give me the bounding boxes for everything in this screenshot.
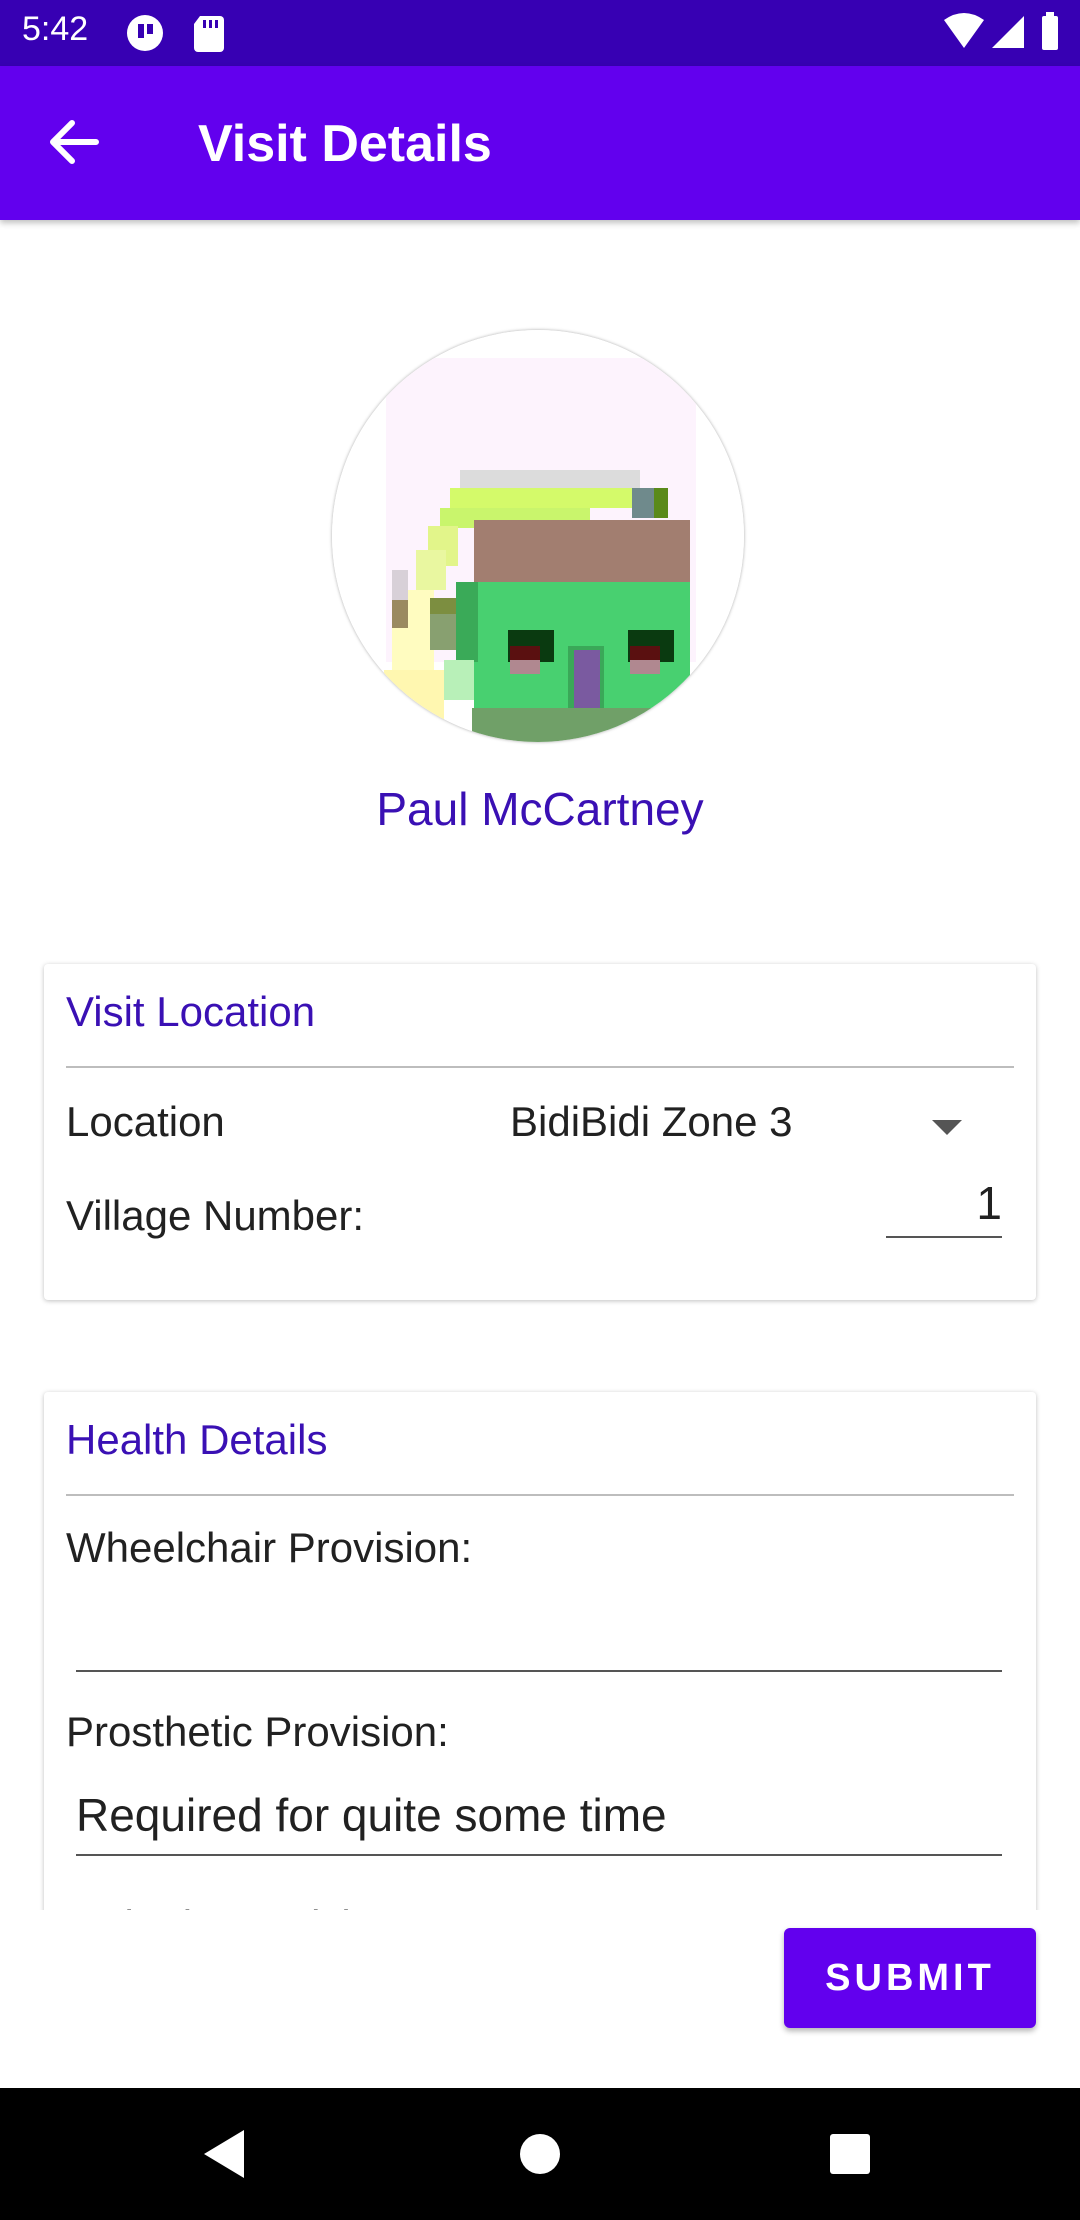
arrow-back-icon[interactable] xyxy=(36,112,116,172)
sd-card-icon xyxy=(194,16,224,52)
wheelchair-provision-input[interactable] xyxy=(76,1604,1002,1672)
location-dropdown[interactable]: BidiBidi Zone 3 xyxy=(510,1098,793,1146)
pocket-icon xyxy=(127,15,163,51)
visit-location-header: Visit Location xyxy=(66,988,316,1035)
health-details-header: Health Details xyxy=(66,1416,328,1463)
status-time: 5:42 xyxy=(22,10,89,48)
card-divider xyxy=(66,1066,1014,1068)
wifi-icon xyxy=(944,13,984,48)
battery-icon xyxy=(1042,12,1058,50)
orthotic-provision-label: Orthotic Provision: xyxy=(66,1902,409,1910)
wheelchair-provision-label: Wheelchair Provision: xyxy=(66,1524,473,1571)
status-bar: 5:42 xyxy=(0,0,1080,66)
house-icon xyxy=(332,330,744,742)
client-name[interactable]: Paul McCartney xyxy=(0,782,1080,836)
back-icon[interactable] xyxy=(200,2128,248,2180)
location-label: Location xyxy=(66,1098,225,1145)
visit-location-card: Visit Location Location BidiBidi Zone 3 … xyxy=(44,964,1036,1300)
app-bar: Visit Details xyxy=(0,66,1080,220)
content-scroll[interactable]: Paul McCartney Visit Location Location B… xyxy=(0,220,1080,1910)
card-divider xyxy=(66,1494,1014,1496)
chevron-down-icon[interactable] xyxy=(932,1120,962,1135)
health-details-card: Health Details Wheelchair Provision: Pro… xyxy=(44,1392,1036,1910)
system-nav-bar xyxy=(0,2088,1080,2220)
page-title: Visit Details xyxy=(198,115,492,173)
status-right-icons xyxy=(944,12,1058,50)
village-number-input[interactable]: 1 xyxy=(886,1176,1002,1238)
home-icon[interactable] xyxy=(518,2132,562,2176)
client-avatar xyxy=(332,330,744,742)
submit-button[interactable]: SUBMIT xyxy=(784,1928,1036,2028)
cell-signal-icon xyxy=(992,16,1024,48)
prosthetic-provision-input[interactable]: Required for quite some time xyxy=(76,1788,1002,1856)
recents-icon[interactable] xyxy=(828,2132,872,2176)
prosthetic-provision-label: Prosthetic Provision: xyxy=(66,1708,449,1755)
village-number-label: Village Number: xyxy=(66,1192,365,1239)
